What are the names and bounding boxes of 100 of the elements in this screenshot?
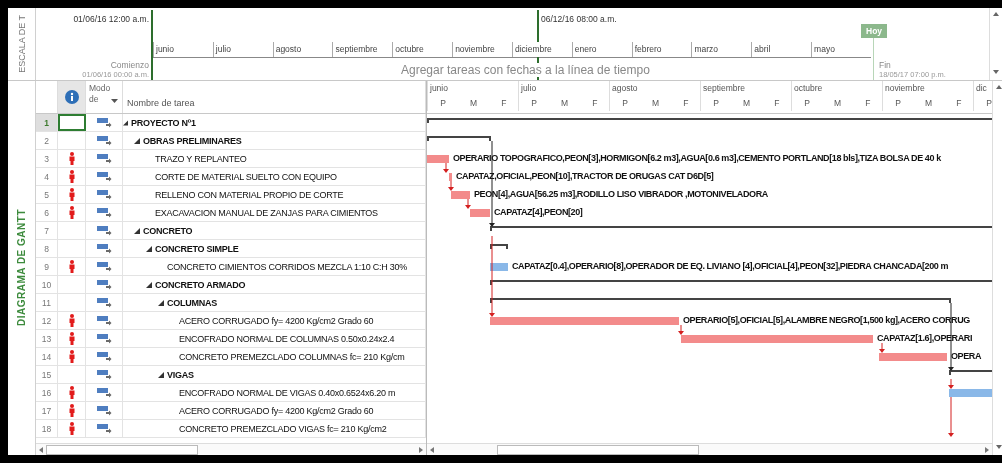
- task-name: CONCRETO PREMEZCLADO VIGAS fc= 210 Kg/cm2: [179, 423, 387, 434]
- info-icon: [64, 90, 79, 104]
- indicator-cell[interactable]: [58, 114, 86, 131]
- collapse-icon[interactable]: [158, 299, 164, 306]
- dropdown-icon[interactable]: [111, 99, 118, 103]
- person-icon: [68, 386, 75, 399]
- person-icon: [68, 170, 75, 183]
- summary-bar[interactable]: [427, 136, 491, 141]
- gantt-period: F: [500, 97, 508, 110]
- task-mode-icon: [96, 243, 112, 254]
- task-mode-icon: [96, 315, 112, 326]
- gantt-period: M: [741, 97, 751, 110]
- task-mode-icon: [96, 171, 112, 182]
- person-icon: [68, 206, 75, 219]
- task-mode-icon: [96, 297, 112, 308]
- task-name: PROYECTO Nº1: [131, 117, 196, 128]
- start-label: Comienzo: [110, 60, 149, 70]
- resource-label: CAPATAZ[1.6],OPERARI: [877, 333, 972, 344]
- column-header[interactable]: Nombre de tarea: [123, 81, 426, 113]
- dependency-arrow: [879, 342, 885, 353]
- summary-bar[interactable]: [490, 226, 992, 231]
- task-name: ACERO CORRUGADO fy= 4200 Kg/cm2 Grado 60: [179, 315, 374, 326]
- vertical-scrollbar[interactable]: [992, 81, 1002, 455]
- gantt-month: octubre: [793, 82, 824, 95]
- scroll-right-icon[interactable]: [985, 446, 989, 453]
- task-name: COLUMNAS: [167, 297, 217, 308]
- resource-label: OPERARIO[5],OFICIAL[5],ALAMBRE NEGRO[1,500 kg],ACERO CORRUG: [683, 315, 970, 326]
- scroll-down-icon[interactable]: [996, 445, 1002, 449]
- gantt-period: M: [650, 97, 660, 110]
- person-icon: [68, 314, 75, 327]
- task-name: RELLENO CON MATERIAL PROPIO DE CORTE: [155, 189, 344, 200]
- task-name: TRAZO Y REPLANTEO: [155, 153, 247, 164]
- scroll-thumb[interactable]: [46, 444, 198, 455]
- gantt-period: F: [864, 97, 872, 110]
- timeline-start-line: [151, 10, 153, 80]
- resource-label: OPERA: [951, 351, 981, 362]
- task-mode-icon: [96, 117, 112, 128]
- row-number[interactable]: 1: [36, 114, 58, 131]
- task-name: CONCRETO PREMEZCLADO COLUMNAS fc= 210 Kg/cm: [179, 351, 405, 362]
- scroll-left-icon[interactable]: [39, 446, 43, 453]
- horizontal-scrollbar[interactable]: [427, 443, 992, 455]
- gantt-period: M: [468, 97, 478, 110]
- column-header[interactable]: Modo de: [86, 81, 123, 113]
- collapse-icon[interactable]: [134, 137, 140, 144]
- person-icon: [68, 188, 75, 201]
- collapse-icon[interactable]: [123, 119, 128, 126]
- task-mode-icon: [96, 279, 112, 290]
- summary-bar[interactable]: [490, 298, 951, 303]
- start-date-marker: 01/06/16 12:00 a.m.: [73, 14, 149, 24]
- resource-label: CAPATAZ[0.4],OPERARIO[8],OPERADOR DE EQ. LIVIANO [4],OFICIAL[4],PEON[32],PIEDRA CHANCADA[200 m: [512, 261, 949, 272]
- summary-bar[interactable]: [490, 244, 508, 249]
- summary-bar[interactable]: [427, 118, 992, 123]
- scroll-up-icon[interactable]: [996, 85, 1002, 89]
- scroll-left-icon[interactable]: [430, 446, 434, 453]
- gantt-period: M: [832, 97, 842, 110]
- task-mode-icon: [96, 405, 112, 416]
- gantt-period: P: [439, 97, 447, 110]
- task-name: EXACAVACION MANUAL DE ZANJAS PARA CIMIENTOS: [155, 207, 378, 218]
- horizontal-scrollbar[interactable]: [36, 443, 426, 455]
- header-cell[interactable]: [58, 81, 86, 113]
- dependency-arrow: [443, 162, 449, 173]
- task-name: OBRAS PRELIMINARES: [143, 135, 242, 146]
- collapse-icon[interactable]: [146, 281, 152, 288]
- collapse-icon[interactable]: [158, 371, 164, 378]
- gantt-period: P: [712, 97, 720, 110]
- gantt-period: P: [894, 97, 902, 110]
- end-date-marker: 06/12/16 08:00 a.m.: [541, 14, 617, 24]
- task-name: CONCRETO SIMPLE: [155, 243, 239, 254]
- scroll-down-icon[interactable]: [993, 70, 999, 74]
- task-mode-icon: [96, 261, 112, 272]
- collapse-icon[interactable]: [134, 227, 140, 234]
- timeline-hint: Agregar tareas con fechas a la línea de tiempo: [401, 63, 650, 77]
- task-mode-icon: [96, 135, 112, 146]
- gantt-month: noviembre: [884, 82, 926, 95]
- task-mode-icon: [96, 333, 112, 344]
- dependency-arrow: [465, 198, 471, 209]
- timeline-marker-line: [537, 10, 539, 80]
- collapse-icon[interactable]: [146, 245, 152, 252]
- vertical-scrollbar[interactable]: [989, 8, 1002, 80]
- scroll-up-icon[interactable]: [993, 12, 999, 16]
- person-icon: [68, 422, 75, 435]
- task-name: ENCOFRADO NORMAL DE VIGAS 0.40x0.6524x6.20 m: [179, 387, 396, 398]
- gantt-period: P: [530, 97, 538, 110]
- person-icon: [68, 260, 75, 273]
- gantt-period: F: [773, 97, 781, 110]
- gantt-month: junio: [429, 82, 449, 95]
- gantt-period: F: [591, 97, 599, 110]
- resource-label: OPERARIO TOPOGRAFICO,PEON[3],HORMIGON[6.2 m3],AGUA[0.6 m3],CEMENTO PORTLAND[18 bls],TIZA BOLSA DE 40 k: [453, 153, 941, 164]
- scroll-right-icon[interactable]: [419, 446, 423, 453]
- task-name: VIGAS: [167, 369, 194, 380]
- task-name: CONCRETO ARMADO: [155, 279, 246, 290]
- dependency-arrow: [448, 180, 454, 191]
- gantt-period: P: [985, 97, 992, 110]
- dependency-arrow: [678, 324, 684, 335]
- task-mode-icon: [96, 351, 112, 362]
- summary-bar[interactable]: [490, 280, 992, 285]
- task-name: CORTE DE MATERIAL SUELTO CON EQUIPO: [155, 171, 337, 182]
- task-name: ENCOFRADO NORMAL DE COLUMNAS 0.50x0.24x2.4: [179, 333, 395, 344]
- scroll-thumb[interactable]: [497, 444, 699, 455]
- person-icon: [68, 332, 75, 345]
